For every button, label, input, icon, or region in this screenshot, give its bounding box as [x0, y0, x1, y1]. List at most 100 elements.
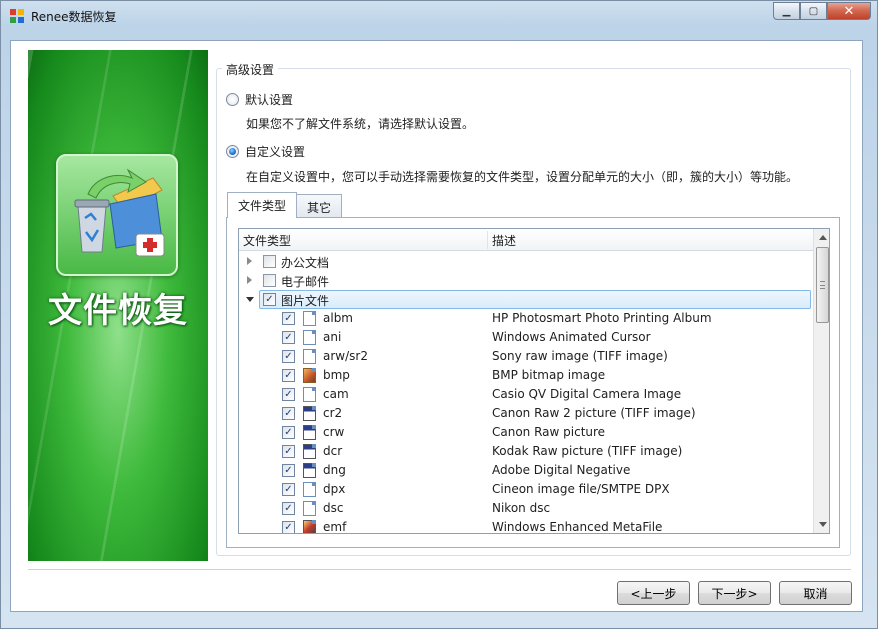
grip-icon — [820, 281, 825, 289]
title-bar[interactable]: Renee数据恢复 ▁ ▢ ✕ — [1, 1, 877, 31]
category-checkbox[interactable]: ✓ — [263, 293, 276, 306]
tab-file-types[interactable]: 文件类型 — [227, 192, 298, 218]
scroll-down-arrow-icon[interactable] — [819, 522, 827, 527]
file-type-row[interactable]: ✓ dcr Kodak Raw picture (TIFF image) — [239, 442, 813, 461]
scroll-up-arrow-icon[interactable] — [819, 235, 827, 240]
file-type-description: Kodak Raw picture (TIFF image) — [492, 444, 683, 458]
category-row-email[interactable]: 电子邮件 — [239, 271, 813, 290]
column-header-description[interactable]: 描述 — [492, 232, 516, 249]
file-type-row[interactable]: ✓ cam Casio QV Digital Camera Image — [239, 385, 813, 404]
file-type-row[interactable]: ✓ cr2 Canon Raw 2 picture (TIFF image) — [239, 404, 813, 423]
wizard-content: 文件恢复 高级设置 默认设置 如果您不了解文件系统，请选择默认设置。 自定义设置… — [10, 40, 863, 612]
cancel-button[interactable]: 取消 — [779, 581, 852, 605]
file-type-list[interactable]: 文件类型 描述 办公文档 电子邮件 ✓ 图片文件 ✓ albm HP Photo… — [238, 228, 830, 534]
file-type-checkbox[interactable]: ✓ — [282, 407, 295, 420]
checkmark-icon: ✓ — [284, 464, 293, 476]
category-label: 电子邮件 — [281, 275, 330, 289]
close-icon: ✕ — [843, 3, 855, 19]
minimize-icon: ▁ — [782, 5, 791, 17]
file-type-description: HP Photosmart Photo Printing Album — [492, 311, 712, 325]
file-type-checkbox[interactable]: ✓ — [282, 388, 295, 401]
category-checkbox[interactable] — [263, 255, 276, 268]
file-type-row[interactable]: ✓ dsc Nikon dsc — [239, 499, 813, 518]
file-type-description: Windows Animated Cursor — [492, 330, 651, 344]
checkmark-icon: ✓ — [284, 502, 293, 514]
checkmark-icon: ✓ — [284, 426, 293, 438]
doc-icon — [303, 387, 316, 402]
previous-button[interactable]: <上一步 — [617, 581, 690, 605]
checkmark-icon: ✓ — [284, 331, 293, 343]
checkmark-icon: ✓ — [284, 312, 293, 324]
scroll-thumb[interactable] — [816, 247, 829, 323]
file-type-ext: cam — [323, 387, 349, 401]
category-row-images[interactable]: ✓ 图片文件 — [239, 290, 813, 309]
column-divider[interactable] — [487, 231, 488, 249]
file-type-ext: emf — [323, 520, 347, 534]
radio-selected-dot — [229, 148, 236, 155]
file-type-row[interactable]: ✓ ani Windows Animated Cursor — [239, 328, 813, 347]
column-header-file-type[interactable]: 文件类型 — [243, 232, 291, 249]
maximize-button[interactable]: ▢ — [800, 2, 827, 20]
file-type-description: Adobe Digital Negative — [492, 463, 631, 477]
app-logo-icon — [10, 9, 24, 23]
collapse-arrow-icon[interactable] — [246, 297, 254, 302]
file-type-row[interactable]: ✓ dng Adobe Digital Negative — [239, 461, 813, 480]
custom-settings-option[interactable]: 自定义设置 — [226, 143, 305, 160]
file-type-row[interactable]: ✓ dpx Cineon image file/SMTPE DPX — [239, 480, 813, 499]
expand-arrow-icon[interactable] — [247, 276, 252, 284]
raw-image-icon — [303, 406, 316, 421]
file-type-row[interactable]: ✓ arw/sr2 Sony raw image (TIFF image) — [239, 347, 813, 366]
file-recovery-icon — [56, 154, 178, 276]
file-type-checkbox[interactable]: ✓ — [282, 464, 295, 477]
advanced-settings-legend: 高级设置 — [222, 61, 279, 78]
side-banner: 文件恢复 — [28, 50, 208, 561]
next-button[interactable]: 下一步> — [698, 581, 771, 605]
file-type-ext: cr2 — [323, 406, 343, 420]
file-type-row[interactable]: ✓ crw Canon Raw picture — [239, 423, 813, 442]
selection-highlight — [259, 290, 811, 309]
category-row-office[interactable]: 办公文档 — [239, 252, 813, 271]
metafile-icon — [303, 520, 316, 533]
file-type-checkbox[interactable]: ✓ — [282, 350, 295, 363]
file-type-description: BMP bitmap image — [492, 368, 606, 382]
custom-settings-radio[interactable] — [226, 145, 239, 158]
file-type-checkbox[interactable]: ✓ — [282, 331, 295, 344]
file-type-rows: 办公文档 电子邮件 ✓ 图片文件 ✓ albm HP Photosmart Ph… — [239, 252, 813, 534]
file-type-ext: crw — [323, 425, 345, 439]
file-type-row[interactable]: ✓ bmp BMP bitmap image — [239, 366, 813, 385]
file-type-checkbox[interactable]: ✓ — [282, 521, 295, 533]
expand-arrow-icon[interactable] — [247, 257, 252, 265]
window-title: Renee数据恢复 — [31, 10, 117, 24]
checkmark-icon: ✓ — [284, 407, 293, 419]
custom-settings-label: 自定义设置 — [245, 145, 306, 159]
file-type-row[interactable]: ✓ albm HP Photosmart Photo Printing Albu… — [239, 309, 813, 328]
default-settings-option[interactable]: 默认设置 — [226, 91, 293, 108]
raw-image-icon — [303, 425, 316, 440]
default-settings-description: 如果您不了解文件系统，请选择默认设置。 — [246, 117, 475, 131]
file-type-checkbox[interactable]: ✓ — [282, 426, 295, 439]
recovery-illustration-icon — [74, 168, 165, 257]
file-type-checkbox[interactable]: ✓ — [282, 483, 295, 496]
file-type-checkbox[interactable]: ✓ — [282, 445, 295, 458]
footer-divider — [28, 569, 851, 570]
tab-other[interactable]: 其它 — [296, 194, 343, 218]
file-type-checkbox[interactable]: ✓ — [282, 312, 295, 325]
checkmark-icon: ✓ — [265, 293, 274, 305]
file-type-ext: dsc — [323, 501, 344, 515]
raw-image-icon — [303, 444, 316, 459]
checkmark-icon: ✓ — [284, 388, 293, 400]
minimize-button[interactable]: ▁ — [773, 2, 800, 20]
default-settings-radio[interactable] — [226, 93, 239, 106]
file-type-checkbox[interactable]: ✓ — [282, 502, 295, 515]
file-type-checkbox[interactable]: ✓ — [282, 369, 295, 382]
file-type-row[interactable]: ✓ emf Windows Enhanced MetaFile — [239, 518, 813, 534]
category-label: 图片文件 — [281, 294, 330, 308]
close-button[interactable]: ✕ — [827, 2, 871, 20]
custom-settings-description: 在自定义设置中，您可以手动选择需要恢复的文件类型，设置分配单元的大小（即，簇的大… — [246, 170, 799, 184]
file-type-description: Windows Enhanced MetaFile — [492, 520, 663, 534]
category-checkbox[interactable] — [263, 274, 276, 287]
category-label: 办公文档 — [281, 256, 330, 270]
vertical-scrollbar[interactable] — [813, 229, 829, 533]
file-type-description: Sony raw image (TIFF image) — [492, 349, 668, 363]
file-type-ext: arw/sr2 — [323, 349, 368, 363]
